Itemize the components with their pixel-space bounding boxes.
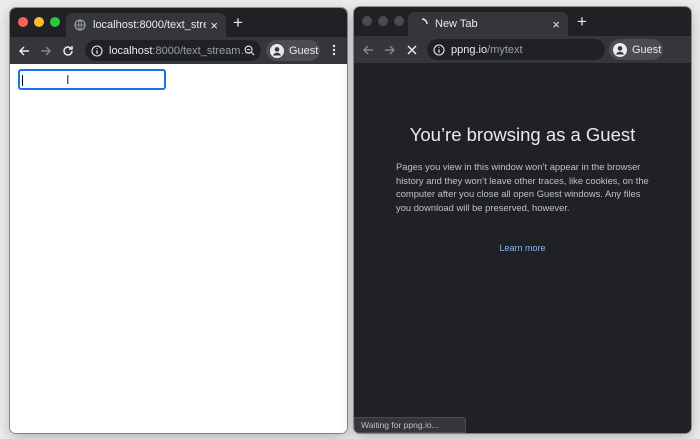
avatar-icon	[270, 43, 284, 58]
minimize-window-button[interactable]	[34, 17, 44, 27]
minimize-window-button[interactable]	[378, 16, 388, 26]
window-controls	[362, 16, 404, 26]
stop-icon	[407, 44, 417, 55]
tab-text-stream[interactable]: localhost:8000/text_stream.html ×	[66, 13, 226, 37]
back-arrow-icon	[18, 45, 29, 56]
forward-button[interactable]	[379, 39, 401, 61]
right-browser-window: New Tab × + ppng.io/mytext Guest You’re …	[354, 7, 691, 433]
profile-button[interactable]: Guest	[266, 40, 320, 61]
back-arrow-icon	[362, 44, 373, 55]
avatar-icon	[613, 42, 627, 57]
info-icon[interactable]	[91, 44, 103, 57]
loading-spinner-icon	[421, 18, 428, 25]
address-bar[interactable]: ppng.io/mytext	[427, 39, 605, 60]
close-window-button[interactable]	[362, 16, 372, 26]
text-caret	[22, 75, 23, 86]
tab-title: New Tab	[435, 18, 478, 30]
guest-description: Pages you view in this window won’t appe…	[396, 161, 649, 213]
maximize-window-button[interactable]	[394, 16, 404, 26]
learn-more-link[interactable]: Learn more	[354, 243, 691, 253]
close-window-button[interactable]	[18, 17, 28, 27]
address-bar[interactable]: localhost:8000/text_stream…	[85, 40, 261, 61]
tab-strip: localhost:8000/text_stream.html × +	[10, 8, 347, 37]
profile-button[interactable]: Guest	[609, 39, 663, 60]
url-text: localhost:8000/text_stream…	[109, 44, 252, 57]
forward-arrow-icon	[41, 45, 52, 56]
window-controls	[18, 17, 60, 27]
page-content: I	[10, 64, 347, 433]
reload-icon	[63, 45, 73, 56]
forward-button[interactable]	[35, 40, 57, 62]
back-button[interactable]	[357, 39, 379, 61]
close-icon[interactable]: ×	[552, 18, 560, 31]
toolbar: ppng.io/mytext Guest	[354, 36, 691, 63]
reload-button[interactable]	[57, 40, 79, 62]
profile-label: Guest	[632, 43, 662, 56]
i-beam-cursor-icon: I	[66, 73, 70, 87]
profile-label: Guest	[289, 44, 319, 57]
url-text: ppng.io/mytext	[451, 43, 523, 56]
page-title: You’re browsing as a Guest	[409, 124, 636, 145]
left-browser-window: localhost:8000/text_stream.html × + loca…	[10, 8, 347, 433]
text-input[interactable]	[18, 69, 166, 90]
forward-arrow-icon	[385, 44, 396, 55]
zoom-icon[interactable]	[244, 45, 255, 56]
tab-strip: New Tab × +	[354, 7, 691, 36]
close-icon[interactable]: ×	[210, 19, 218, 32]
back-button[interactable]	[13, 40, 35, 62]
guest-page: You’re browsing as a Guest Pages you vie…	[354, 63, 691, 433]
kebab-menu-icon[interactable]	[326, 42, 342, 58]
toolbar: localhost:8000/text_stream… Guest	[10, 37, 347, 64]
info-icon[interactable]	[433, 43, 445, 56]
status-bar: Waiting for ppng.io...	[354, 417, 466, 433]
plus-icon[interactable]: +	[577, 13, 587, 30]
maximize-window-button[interactable]	[50, 17, 60, 27]
plus-icon[interactable]: +	[233, 14, 243, 31]
globe-icon	[74, 19, 86, 31]
tab-title: localhost:8000/text_stream.html	[93, 19, 207, 31]
tab-new-tab[interactable]: New Tab ×	[408, 12, 568, 36]
stop-button[interactable]	[401, 39, 423, 61]
